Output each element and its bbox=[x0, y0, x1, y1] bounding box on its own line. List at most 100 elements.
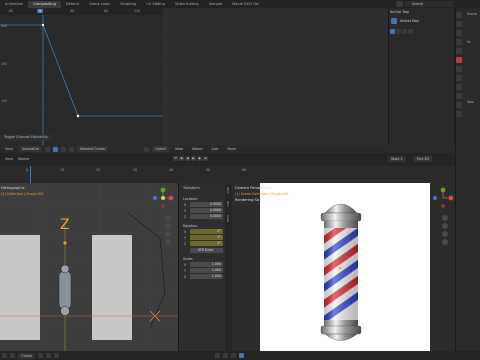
shading-solid-icon[interactable] bbox=[222, 353, 228, 358]
hand-icon[interactable] bbox=[442, 223, 448, 229]
only-selected-icon[interactable] bbox=[53, 146, 59, 152]
navigation-gizmo-icon[interactable] bbox=[152, 187, 174, 209]
tweak-icon[interactable] bbox=[390, 29, 395, 34]
tab-scripting[interactable]: Scripting bbox=[115, 1, 141, 8]
active-tool-header[interactable]: Active Tool bbox=[390, 10, 409, 14]
tab-default[interactable]: Default bbox=[61, 1, 84, 8]
camera-view-icon[interactable] bbox=[214, 353, 220, 358]
constraint-properties-icon[interactable] bbox=[456, 93, 462, 99]
proportional-edit-icon[interactable] bbox=[53, 353, 59, 358]
scale-label: Scale: bbox=[183, 257, 194, 261]
ghost-icon[interactable] bbox=[61, 146, 67, 152]
tab-game-logic[interactable]: Game Logic bbox=[84, 1, 115, 8]
camera-icon[interactable] bbox=[442, 231, 448, 237]
shading-rendered-icon[interactable] bbox=[238, 353, 244, 358]
scale-y-field[interactable]: 1.000 bbox=[190, 268, 223, 273]
rotation-x-field[interactable]: 0° bbox=[190, 229, 223, 234]
tab-movie-doc[interactable]: Movie DOC Hel bbox=[227, 1, 264, 8]
snap-icon[interactable] bbox=[69, 146, 75, 152]
output-properties-icon[interactable] bbox=[456, 30, 462, 36]
tab-animation[interactable]: Animation bbox=[0, 1, 28, 8]
select-box-icon[interactable] bbox=[391, 18, 397, 24]
add-menu[interactable]: Add bbox=[209, 146, 222, 152]
select-circle-icon[interactable] bbox=[396, 29, 401, 34]
zoom-icon[interactable] bbox=[442, 215, 448, 221]
end-frame-field[interactable]: End 83 bbox=[414, 156, 432, 162]
pivot-icon[interactable] bbox=[37, 353, 43, 358]
auto-snap-dropdown[interactable]: Nearest Frame bbox=[77, 146, 108, 152]
select-extend-icon[interactable] bbox=[408, 29, 413, 34]
camera-icon[interactable] bbox=[165, 231, 171, 237]
normalize-toggle[interactable]: Normalize bbox=[19, 146, 43, 152]
zoom-icon[interactable] bbox=[165, 215, 171, 221]
viewport-orthographic[interactable]: Z Orthographic (1) Collection | Empty.00… bbox=[0, 183, 178, 351]
current-frame-indicator[interactable]: 0 bbox=[37, 9, 44, 13]
tab-video-editing[interactable]: Video Editing bbox=[170, 1, 204, 8]
mode-menu[interactable]: Mode bbox=[224, 146, 239, 152]
tab-uv-editing[interactable]: UV Editing bbox=[141, 1, 170, 8]
shading-material-icon[interactable] bbox=[230, 353, 236, 358]
timeline-marker-menu[interactable]: Marker bbox=[15, 156, 33, 162]
snap-icon[interactable] bbox=[45, 353, 51, 358]
world-properties-icon[interactable] bbox=[456, 57, 462, 63]
play-reverse-icon[interactable]: ◀ bbox=[185, 156, 190, 161]
material-properties-icon[interactable] bbox=[456, 111, 462, 117]
play-icon[interactable]: ▶ bbox=[191, 156, 196, 161]
timeline-view-menu[interactable]: View bbox=[2, 156, 16, 162]
location-z-field[interactable]: 0.0000 bbox=[190, 214, 223, 219]
data-properties-icon[interactable] bbox=[456, 102, 462, 108]
grid-icon[interactable] bbox=[165, 239, 171, 245]
modifier-properties-icon[interactable] bbox=[456, 75, 462, 81]
camera-viewport-title: Camera Perspective bbox=[235, 186, 272, 190]
viewport-camera[interactable]: Camera Perspective (1) Scene Collection … bbox=[232, 183, 455, 351]
navigation-gizmo-icon-camera[interactable] bbox=[432, 187, 454, 209]
grid-icon[interactable] bbox=[442, 239, 448, 245]
view-layer-icon[interactable] bbox=[456, 39, 462, 45]
object-mode-dropdown[interactable]: Object bbox=[151, 146, 170, 152]
tab-sample[interactable]: Sample bbox=[204, 1, 227, 8]
render-preview[interactable] bbox=[232, 183, 455, 351]
transform-title[interactable]: Transform bbox=[183, 186, 200, 190]
scale-z-field[interactable]: 1.000 bbox=[190, 274, 223, 279]
tab-compositing[interactable]: Compositing bbox=[28, 0, 61, 8]
graph-ruler[interactable]: -80 0 40 80 120 bbox=[0, 8, 163, 15]
jump-keyframe-forward-icon[interactable]: ◆ bbox=[197, 156, 202, 161]
select-menu[interactable]: Select bbox=[189, 146, 205, 152]
scene-selector[interactable]: Scene bbox=[404, 1, 454, 7]
sidebar-tab-item[interactable]: Item bbox=[226, 187, 230, 194]
jump-end-icon[interactable]: ⏭ bbox=[203, 156, 208, 161]
sidebar-tab-view[interactable]: View bbox=[226, 215, 230, 222]
jump-start-icon[interactable]: ⏮ bbox=[173, 156, 178, 161]
rotation-y-field[interactable]: 0° bbox=[190, 235, 223, 240]
sidebar-tab-tool[interactable]: Tool bbox=[226, 201, 230, 207]
orientation-icon[interactable] bbox=[10, 353, 15, 358]
view-menu-3d[interactable]: View bbox=[172, 146, 186, 152]
scale-x-field[interactable]: 1.000 bbox=[190, 262, 223, 267]
scene-icon[interactable] bbox=[396, 1, 403, 7]
tool-properties-icon[interactable] bbox=[456, 12, 462, 18]
render-properties-icon[interactable] bbox=[456, 21, 462, 27]
view-menu[interactable]: View bbox=[2, 146, 16, 152]
editor-type-icon[interactable] bbox=[143, 146, 149, 152]
transform-orientation-dropdown[interactable]: Global bbox=[18, 352, 35, 359]
physics-properties-icon[interactable] bbox=[456, 84, 462, 90]
graph-editor[interactable] bbox=[0, 8, 163, 145]
location-y-field[interactable]: 0.0000 bbox=[190, 208, 223, 213]
location-x-field[interactable]: 0.0000 bbox=[190, 202, 223, 207]
timeline-tick: 60 bbox=[242, 168, 247, 172]
toggle-channel-editability-button[interactable]: Toggle Channel Editability bbox=[0, 134, 52, 140]
scene-properties-icon[interactable] bbox=[456, 48, 462, 54]
ruler-tick: 80 bbox=[104, 9, 109, 13]
timeline-playhead[interactable] bbox=[30, 166, 31, 183]
hand-icon[interactable] bbox=[165, 223, 171, 229]
rotation-z-field[interactable]: 0° bbox=[190, 241, 223, 246]
editor-type-icon[interactable] bbox=[2, 353, 7, 358]
object-properties-icon[interactable] bbox=[456, 66, 462, 72]
graph-curve-canvas[interactable] bbox=[0, 8, 163, 145]
timeline-track[interactable] bbox=[0, 166, 455, 183]
jump-keyframe-back-icon[interactable]: ◆ bbox=[179, 156, 184, 161]
filter-icon[interactable] bbox=[45, 146, 51, 152]
rotation-mode-dropdown[interactable]: XYZ Euler bbox=[190, 248, 223, 253]
select-lasso-icon[interactable] bbox=[402, 29, 407, 34]
start-frame-field[interactable]: Start 1 bbox=[388, 156, 406, 162]
